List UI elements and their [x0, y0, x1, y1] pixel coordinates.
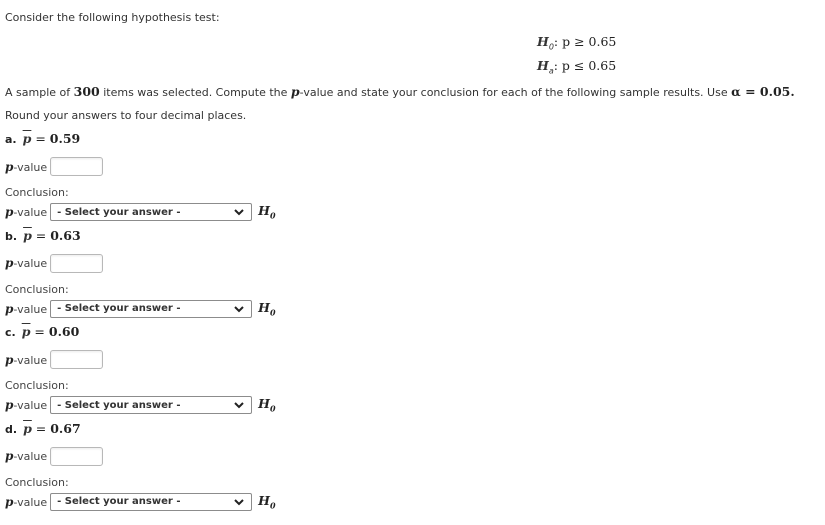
part-letter: c.: [5, 326, 16, 339]
pvalue-label: p-value: [5, 449, 48, 463]
pvalue-label: p-value: [5, 398, 48, 412]
select-value: - Select your answer -: [57, 496, 181, 507]
conclusion-row: p-value - Select your answer - H0: [5, 299, 276, 318]
conclusion-row: p-value - Select your answer - H0: [5, 203, 276, 221]
pvalue-input[interactable]: [50, 157, 104, 176]
pvalue-row: p-value: [5, 157, 104, 176]
pvalue-label: p-value: [5, 205, 48, 219]
conclusion-select[interactable]: - Select your answer -: [50, 492, 253, 511]
conclusion-row: p-value - Select your answer - H0: [5, 492, 276, 511]
pvalue-label: p-value: [5, 256, 48, 270]
chevron-down-icon: [234, 402, 244, 409]
h0-symbol: H0: [258, 492, 276, 511]
chevron-down-icon: [234, 209, 244, 216]
p-bar-symbol: p: [23, 420, 32, 436]
part-letter: a.: [5, 133, 17, 146]
pvalue-row: p-value: [5, 446, 104, 466]
part-letter: d.: [5, 422, 18, 436]
conclusion-label: Conclusion:: [5, 379, 69, 392]
conclusion-label: Conclusion:: [5, 475, 69, 489]
pvalue-label: p-value: [5, 352, 48, 367]
p-bar-symbol: p: [23, 227, 32, 243]
select-value: - Select your answer -: [57, 399, 181, 411]
sample-proportion-value: 0.63: [50, 227, 81, 243]
part-letter: b.: [5, 229, 18, 243]
part-header-d: d. p = 0.67: [5, 420, 81, 436]
sample-proportion-value: 0.60: [48, 324, 80, 339]
select-value: - Select your answer -: [57, 303, 181, 314]
pvalue-label: p-value: [5, 159, 48, 174]
conclusion-select[interactable]: - Select your answer -: [50, 203, 253, 221]
pvalue-row: p-value: [5, 350, 104, 369]
intro-text: Consider the following hypothesis test:: [5, 11, 220, 24]
pvalue-label: p-value: [5, 301, 48, 316]
pvalue-input[interactable]: [50, 253, 104, 273]
null-hypothesis: H0: p ≥ 0.65: [537, 34, 617, 52]
pvalue-label: p-value: [5, 494, 48, 509]
sample-proportion-value: 0.59: [49, 131, 81, 146]
h0-symbol: H0: [258, 203, 276, 221]
rounding-instructions: Round your answers to four decimal place…: [5, 109, 247, 122]
conclusion-select[interactable]: - Select your answer -: [50, 299, 253, 318]
chevron-down-icon: [234, 498, 244, 505]
sample-proportion-value: 0.67: [50, 420, 81, 436]
h0-symbol: H0: [258, 299, 276, 318]
conclusion-label: Conclusion:: [5, 186, 69, 199]
pvalue-row: p-value: [5, 253, 104, 273]
chevron-down-icon: [234, 305, 244, 312]
part-header-c: c. p = 0.60: [5, 324, 80, 339]
alternative-hypothesis: Ha: p ≤ 0.65: [537, 58, 617, 76]
part-header-a: a. p = 0.59: [5, 131, 81, 146]
conclusion-label: Conclusion:: [5, 282, 69, 296]
pvalue-input[interactable]: [50, 446, 104, 466]
sample-instructions: A sample of 300 items was selected. Comp…: [5, 84, 795, 99]
select-value: - Select your answer -: [57, 206, 181, 218]
part-header-b: b. p = 0.63: [5, 227, 81, 243]
conclusion-row: p-value - Select your answer - H0: [5, 396, 276, 414]
conclusion-select[interactable]: - Select your answer -: [50, 396, 253, 414]
pvalue-input[interactable]: [50, 350, 104, 369]
h0-symbol: H0: [258, 396, 276, 414]
